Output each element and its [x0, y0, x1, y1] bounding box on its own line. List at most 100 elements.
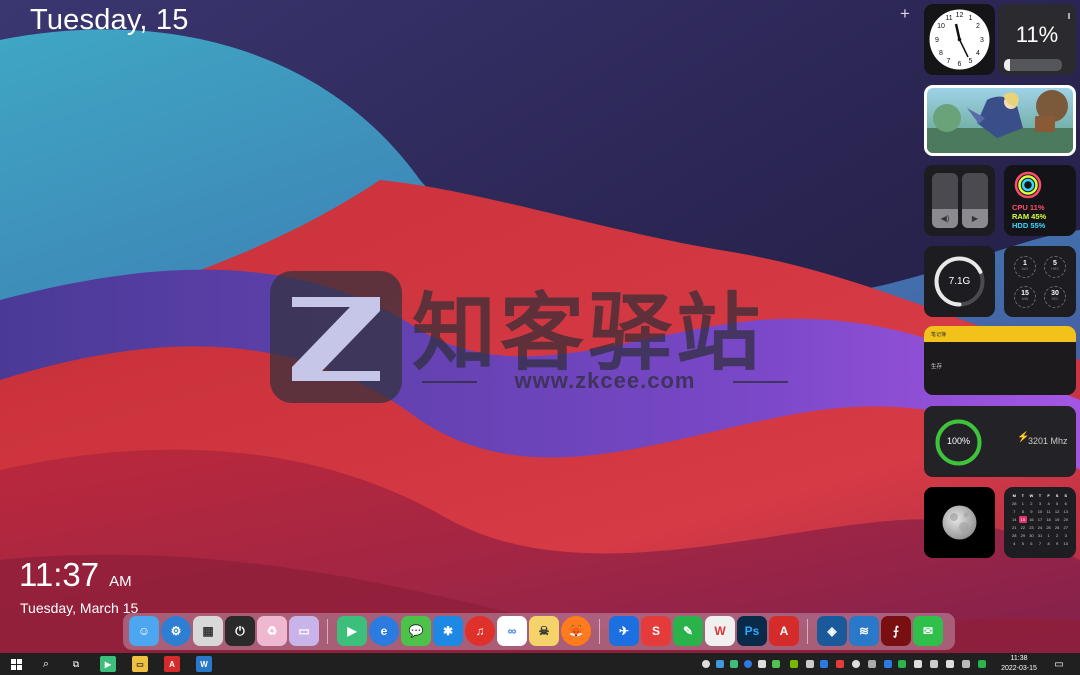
tray-icon[interactable]	[730, 660, 738, 668]
calendar-day[interactable]: 9	[1053, 540, 1062, 547]
calendar-day[interactable]: 3	[1036, 500, 1045, 507]
moon-phase-widget[interactable]	[924, 487, 995, 558]
calendar-day[interactable]: 10	[1061, 540, 1070, 547]
dock-autocad-icon[interactable]: A	[769, 616, 799, 646]
calendar-day[interactable]: 5	[1053, 500, 1062, 507]
calendar-day[interactable]: 18	[1044, 516, 1053, 523]
calendar-day[interactable]: 2	[1027, 500, 1036, 507]
calendar-day[interactable]: 27	[1061, 524, 1070, 531]
calendar-day[interactable]: 31	[1036, 532, 1045, 539]
photo-widget[interactable]	[924, 85, 1076, 156]
note-content[interactable]: 生存	[924, 342, 1076, 370]
calendar-day[interactable]: 24	[1036, 524, 1045, 531]
taskbar-video-app[interactable]: ▶	[100, 656, 116, 672]
task-view-icon[interactable]: ⧉	[68, 655, 84, 673]
calendar-day[interactable]: 19	[1053, 516, 1062, 523]
bluetooth-icon[interactable]	[884, 660, 892, 668]
taskbar-explorer-app[interactable]: ▭	[132, 656, 148, 672]
calendar-day[interactable]: 20	[1061, 516, 1070, 523]
calendar-day[interactable]: 30	[1027, 532, 1036, 539]
dock-airplane-icon[interactable]: ✈	[609, 616, 639, 646]
dock-photoshop-icon[interactable]: Ps	[737, 616, 767, 646]
dock-pirate-icon[interactable]: ☠	[529, 616, 559, 646]
calendar-day[interactable]: 11	[1044, 508, 1053, 515]
calendar-day[interactable]: 1	[1044, 532, 1053, 539]
search-icon[interactable]: ⌕	[38, 655, 54, 673]
volume-brightness-widget[interactable]: ◀) ▶	[924, 165, 995, 236]
calendar-day[interactable]: 28	[1010, 532, 1019, 539]
memory-widget[interactable]: 7.1G	[924, 246, 995, 317]
calendar-day[interactable]: 4	[1010, 540, 1019, 547]
dock-wechat-icon[interactable]: 💬	[401, 616, 431, 646]
dock-video-icon[interactable]: ▶	[337, 616, 367, 646]
dock-sketchup-icon[interactable]: ◈	[817, 616, 847, 646]
taskbar-word-app[interactable]: W	[196, 656, 212, 672]
calendar-day[interactable]: 8	[1044, 540, 1053, 547]
dock-finder-icon[interactable]: ☺	[129, 616, 159, 646]
dock-baidu-netdisk-icon[interactable]: ∞	[497, 616, 527, 646]
countdown-widget[interactable]: 1 DAY 5 HRS 15 MIN 30 SEC	[1004, 246, 1076, 317]
dock-message-icon[interactable]: ✉	[913, 616, 943, 646]
calendar-day[interactable]: 12	[1053, 508, 1062, 515]
calendar-day[interactable]: 17	[1036, 516, 1045, 523]
tray-icon[interactable]	[868, 660, 876, 668]
tray-icon[interactable]	[898, 660, 906, 668]
dock-sketchup-tool-icon[interactable]: S	[641, 616, 671, 646]
tray-icon[interactable]	[806, 660, 814, 668]
tray-icon[interactable]	[978, 660, 986, 668]
calendar-day[interactable]: 13	[1061, 508, 1070, 515]
notification-icon[interactable]: ▭	[1051, 655, 1067, 673]
calendar-day[interactable]: 2	[1053, 532, 1062, 539]
dock-settings-icon[interactable]: ⚙	[161, 616, 191, 646]
tray-icon[interactable]	[702, 660, 710, 668]
tray-icon[interactable]	[852, 660, 860, 668]
dock-netease-music-icon[interactable]: ♫	[465, 616, 495, 646]
calendar-day[interactable]: 9	[1027, 508, 1036, 515]
calendar-day[interactable]: 4	[1044, 500, 1053, 507]
notes-widget[interactable]: 笔记簿 生存	[924, 326, 1076, 395]
taskbar-autocad-app[interactable]: A	[164, 656, 180, 672]
dock-bookmark-icon[interactable]: ✱	[433, 616, 463, 646]
calendar-day[interactable]: 1	[1019, 500, 1028, 507]
tray-icon[interactable]	[772, 660, 780, 668]
calendar-day[interactable]: 10	[1036, 508, 1045, 515]
dock-launchpad-icon[interactable]: ▦	[193, 616, 223, 646]
volume-icon[interactable]	[914, 660, 922, 668]
calendar-day[interactable]: 6	[1027, 540, 1036, 547]
taskbar-clock[interactable]: 11:38 2022-03-15	[997, 654, 1041, 674]
tray-icon[interactable]	[820, 660, 828, 668]
calendar-day[interactable]: 14	[1010, 516, 1019, 523]
calendar-day[interactable]: 16	[1027, 516, 1036, 523]
dock-recycle-bin-icon[interactable]: ♻	[257, 616, 287, 646]
calendar-day[interactable]: 23	[1027, 524, 1036, 531]
analog-clock-widget[interactable]: 12 1 2 345 678 9 10 11	[924, 4, 995, 75]
add-widget-button[interactable]: +	[900, 4, 910, 24]
calendar-day[interactable]: 28	[1010, 500, 1019, 507]
calendar-widget[interactable]: M T W T F S S 28 1 2 3 4 5 6 7 8 9 10 11 12 13 14 15 16 17 18 19 20…	[1004, 487, 1076, 558]
calendar-day[interactable]: 25	[1044, 524, 1053, 531]
calendar-day[interactable]: 26	[1053, 524, 1062, 531]
input-method-icon[interactable]	[962, 660, 970, 668]
dock-shutdown-icon[interactable]: ⏻	[225, 616, 255, 646]
dock-firefox-icon[interactable]: 🦊	[561, 616, 591, 646]
dock-browser-icon[interactable]: e	[369, 616, 399, 646]
dock-mail-icon[interactable]: ✎	[673, 616, 703, 646]
volume-slider[interactable]: ◀)	[932, 173, 958, 228]
calendar-day[interactable]: 15	[1018, 516, 1028, 523]
battery-tray-icon[interactable]	[946, 660, 954, 668]
calendar-day[interactable]: 5	[1019, 540, 1028, 547]
calendar-day[interactable]: 29	[1019, 532, 1028, 539]
tray-icon[interactable]	[744, 660, 752, 668]
start-button[interactable]	[8, 655, 24, 673]
calendar-day[interactable]: 7	[1010, 508, 1019, 515]
calendar-day[interactable]: 8	[1019, 508, 1028, 515]
calendar-day[interactable]: 7	[1036, 540, 1045, 547]
dock-acrobat-icon[interactable]: ⨍	[881, 616, 911, 646]
dock-files-icon[interactable]: ▭	[289, 616, 319, 646]
tray-icon[interactable]	[716, 660, 724, 668]
network-icon[interactable]	[930, 660, 938, 668]
dock-office-icon[interactable]: W	[705, 616, 735, 646]
calendar-day[interactable]: 3	[1061, 532, 1070, 539]
calendar-day[interactable]: 22	[1019, 524, 1028, 531]
system-monitor-widget[interactable]: CPU 11% RAM 45% HDD 55%	[1004, 165, 1076, 236]
